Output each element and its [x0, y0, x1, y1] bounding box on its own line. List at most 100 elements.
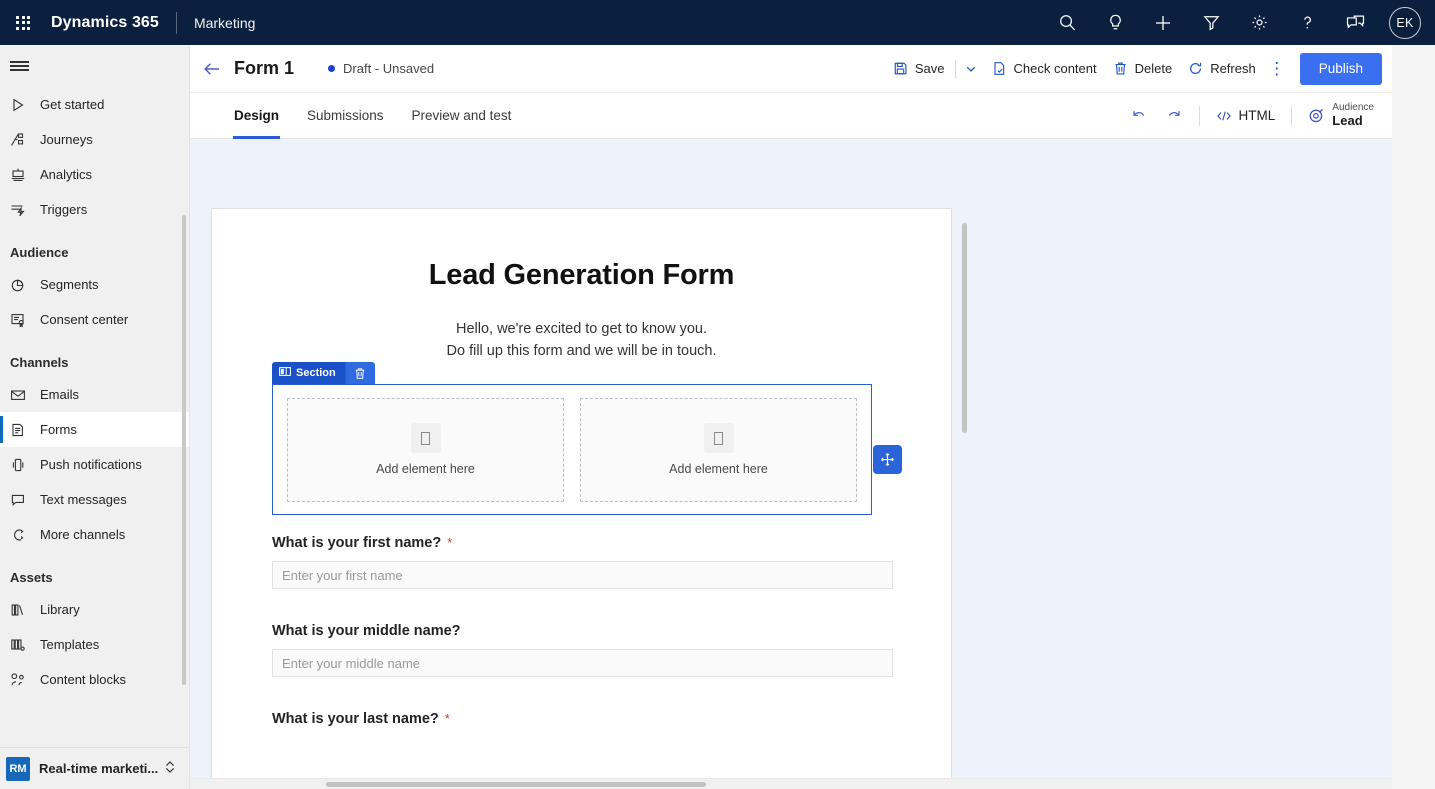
command-divider	[954, 59, 956, 78]
question-icon[interactable]	[1283, 0, 1331, 45]
tab-submissions[interactable]: Submissions	[293, 93, 398, 139]
area-switcher[interactable]: RM Real-time marketi...	[0, 747, 189, 789]
command-bar: Form 1 Draft - Unsaved Save Check conten…	[190, 45, 1392, 92]
check-content-icon	[992, 61, 1007, 76]
sidebar-item-analytics[interactable]: Analytics	[0, 157, 189, 192]
code-icon	[1216, 109, 1232, 123]
app-launcher-icon[interactable]	[0, 15, 46, 30]
plus-icon[interactable]	[1139, 0, 1187, 45]
sidebar-item-label: Get started	[40, 97, 105, 112]
field-middle-name[interactable]: What is your middle name? Enter your mid…	[212, 623, 953, 677]
columns-icon	[279, 367, 291, 379]
save-button[interactable]: Save	[885, 53, 953, 85]
placeholder-icon	[410, 423, 441, 453]
sidebar-item-segments[interactable]: Segments	[0, 267, 189, 302]
refresh-button[interactable]: Refresh	[1180, 53, 1264, 85]
nav-divider	[175, 11, 177, 34]
canvas-horizontal-scrollbar[interactable]	[190, 778, 1392, 789]
search-icon[interactable]	[1043, 0, 1091, 45]
sidebar-item-label: More channels	[40, 527, 126, 542]
sidebar-item-label: Library	[40, 602, 80, 617]
sidebar-item-templates[interactable]: Templates	[0, 627, 189, 662]
tab-preview-and-test[interactable]: Preview and test	[398, 93, 526, 139]
library-icon	[10, 602, 40, 618]
sidebar-item-label: Content blocks	[40, 672, 126, 687]
sidebar-item-label: Templates	[40, 637, 100, 652]
selected-section[interactable]: Add element here Add element here	[272, 384, 872, 515]
field-label-text: What is your last name?	[272, 711, 439, 727]
tab-design[interactable]: Design	[220, 93, 293, 139]
undo-icon[interactable]	[1123, 99, 1157, 133]
tab-bar: Design Submissions Preview and test HTML	[190, 92, 1392, 139]
sidebar-item-journeys[interactable]: Journeys	[0, 122, 189, 157]
check-content-button[interactable]: Check content	[984, 53, 1105, 85]
sidebar-item-label: Journeys	[40, 132, 93, 147]
delete-button[interactable]: Delete	[1105, 53, 1181, 85]
section-label-button[interactable]: Section	[272, 362, 345, 384]
play-icon	[10, 97, 40, 113]
tabbar-divider-2	[1291, 105, 1293, 126]
section-delete-button[interactable]	[344, 362, 375, 384]
field-label: What is your first name? *	[272, 535, 893, 551]
sidebar-item-library[interactable]: Library	[0, 592, 189, 627]
sidebar-item-emails[interactable]: Emails	[0, 377, 189, 412]
status-badge: Draft - Unsaved	[328, 61, 434, 76]
drop-zone-right[interactable]: Add element here	[580, 397, 857, 502]
area-switcher-label: Real-time marketi...	[39, 761, 159, 776]
sidebar-item-label: Triggers	[40, 202, 88, 217]
sidebar-item-text-messages[interactable]: Text messages	[0, 482, 189, 517]
form-canvas[interactable]: Lead Generation Form Hello, we're excite…	[211, 208, 967, 789]
content-blocks-icon	[10, 672, 40, 688]
avatar[interactable]: EK	[1389, 6, 1421, 39]
sidebar-item-label: Forms	[40, 422, 77, 437]
placeholder-icon	[703, 423, 734, 453]
overflow-menu-button[interactable]: ⋮	[1264, 53, 1290, 85]
first-name-input[interactable]: Enter your first name	[272, 561, 893, 589]
sidebar-item-get-started[interactable]: Get started	[0, 87, 189, 122]
lightbulb-icon[interactable]	[1091, 0, 1139, 45]
templates-icon	[10, 637, 40, 653]
top-navigation-bar: Dynamics 365 Marketing EK	[0, 0, 1435, 45]
right-region: Elements Abc Text	[1392, 45, 1435, 789]
form-fields: What is your first name? * Enter your fir…	[212, 535, 953, 737]
gear-icon[interactable]	[1235, 0, 1283, 45]
form-heading[interactable]: Lead Generation Form	[212, 209, 951, 292]
sidebar-item-more-channels[interactable]: More channels	[0, 517, 189, 552]
redo-icon[interactable]	[1157, 99, 1191, 133]
sidebar-item-consent-center[interactable]: Consent center	[0, 302, 189, 337]
sidebar-item-forms[interactable]: Forms	[0, 412, 189, 447]
sidebar-item-content-blocks[interactable]: Content blocks	[0, 662, 189, 697]
left-sidebar: Get started Journeys Analytics Triggers …	[0, 45, 190, 789]
drop-zone-left[interactable]: Add element here	[287, 397, 564, 502]
back-arrow-icon[interactable]	[190, 45, 234, 92]
app-name-label: Marketing	[193, 14, 256, 31]
publish-button[interactable]: Publish	[1299, 52, 1382, 85]
html-button[interactable]: HTML	[1208, 99, 1284, 133]
middle-name-input[interactable]: Enter your middle name	[272, 649, 893, 677]
delete-label: Delete	[1134, 61, 1173, 76]
html-label: HTML	[1238, 108, 1276, 123]
hamburger-icon[interactable]	[0, 45, 189, 87]
sidebar-item-triggers[interactable]: Triggers	[0, 192, 189, 227]
audience-selector[interactable]: Audience Lead	[1300, 97, 1380, 135]
field-last-name[interactable]: What is your last name? *	[212, 711, 953, 727]
canvas-vertical-scrollbar[interactable]	[962, 223, 967, 433]
sidebar-item-push-notifications[interactable]: Push notifications	[0, 447, 189, 482]
feedback-icon[interactable]	[1331, 0, 1379, 45]
form-subtext[interactable]: Hello, we're excited to get to know you.…	[212, 318, 951, 363]
move-icon[interactable]	[873, 445, 902, 474]
save-icon	[893, 61, 908, 76]
sidebar-scrollbar[interactable]	[182, 215, 186, 685]
field-label-text: What is your first name?	[272, 535, 442, 551]
top-nav-actions: EK	[1043, 0, 1435, 45]
target-icon	[1308, 107, 1325, 124]
command-actions: Save Check content Delete Refresh ⋮ Publ…	[885, 52, 1392, 85]
forms-icon	[10, 422, 40, 438]
field-first-name[interactable]: What is your first name? * Enter your fir…	[212, 535, 953, 589]
sidebar-item-label: Push notifications	[40, 457, 142, 472]
field-label-text: What is your middle name?	[272, 623, 461, 639]
chevron-down-icon[interactable]	[958, 53, 984, 85]
area-switcher-tile: RM	[6, 756, 30, 781]
required-marker: *	[444, 711, 450, 726]
filter-icon[interactable]	[1187, 0, 1235, 45]
